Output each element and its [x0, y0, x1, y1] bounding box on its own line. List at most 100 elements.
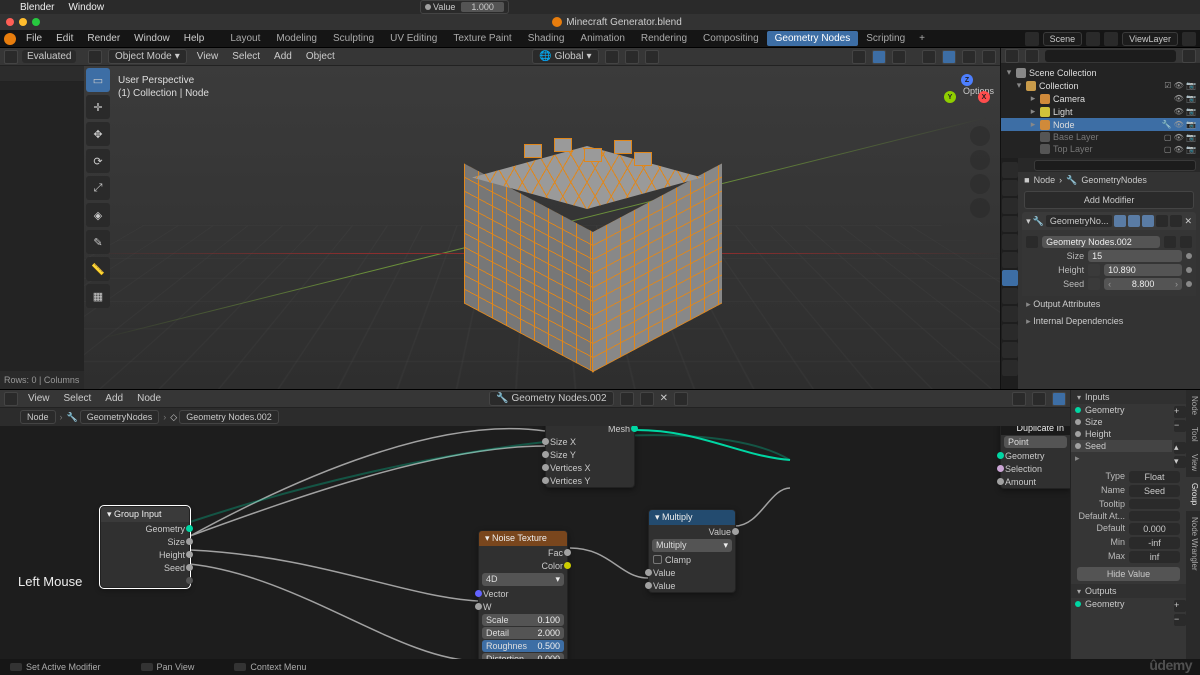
- modifier-header[interactable]: ▾🔧 GeometryNo... ✕: [1022, 212, 1196, 230]
- node-group-input[interactable]: ▾ Group Input Geometry Size Height Seed: [100, 506, 190, 588]
- tool-annotate[interactable]: ✎: [86, 230, 110, 254]
- ws-layout[interactable]: Layout: [222, 31, 268, 46]
- viewlayer-field[interactable]: ViewLayer: [1122, 32, 1178, 46]
- ne-thing-icon[interactable]: [1052, 392, 1066, 406]
- ne-obj-icon[interactable]: [6, 411, 18, 423]
- npanel-type[interactable]: Float: [1129, 471, 1180, 483]
- vp-view[interactable]: View: [193, 50, 223, 63]
- menu-help[interactable]: Help: [178, 31, 211, 46]
- ws-modeling[interactable]: Modeling: [268, 31, 325, 46]
- editor-type-icon[interactable]: [88, 50, 102, 64]
- modifier-name-field[interactable]: GeometryNo...: [1046, 215, 1113, 227]
- nav-pan-icon[interactable]: [970, 150, 990, 170]
- tool-cursor[interactable]: ✛: [86, 95, 110, 119]
- mod-close-icon[interactable]: ✕: [1184, 216, 1192, 227]
- shading-matprev-icon[interactable]: [962, 50, 976, 64]
- npanel-default[interactable]: 0.000: [1129, 523, 1180, 535]
- tool-transform[interactable]: ◈: [86, 203, 110, 227]
- ws-render[interactable]: Rendering: [633, 31, 695, 46]
- ne-view[interactable]: View: [24, 392, 54, 405]
- noise-scale[interactable]: Scale0.100: [482, 614, 564, 626]
- shading-wire-icon[interactable]: [922, 50, 936, 64]
- npanel-out-add[interactable]: +: [1174, 600, 1186, 612]
- prop-tab-output[interactable]: [1002, 180, 1018, 196]
- nodeed-type-icon[interactable]: [4, 392, 18, 406]
- menu-edit[interactable]: Edit: [50, 31, 79, 46]
- axis-z-icon[interactable]: Z: [961, 74, 973, 86]
- overlay-icon[interactable]: [872, 50, 886, 64]
- ws-anim[interactable]: Animation: [572, 31, 632, 46]
- input-height-value[interactable]: 10.890: [1104, 264, 1182, 276]
- voxel-mesh[interactable]: [454, 146, 734, 366]
- npanel-outputs-header[interactable]: Outputs: [1071, 584, 1186, 598]
- axis-x-icon[interactable]: X: [978, 91, 990, 103]
- ws-texpaint[interactable]: Texture Paint: [445, 31, 519, 46]
- npanel-min[interactable]: -inf: [1129, 537, 1180, 549]
- xray-icon[interactable]: [892, 50, 906, 64]
- propedit-icon[interactable]: [645, 50, 659, 64]
- nodegroup-shield-icon[interactable]: [620, 392, 634, 406]
- ws-geonodes[interactable]: Geometry Nodes: [767, 31, 859, 46]
- mod-cage-icon[interactable]: [1156, 215, 1168, 227]
- blender-logo-icon[interactable]: [4, 33, 16, 45]
- scene-field[interactable]: Scene: [1043, 32, 1083, 46]
- viewport-canvas[interactable]: User Perspective(1) Collection | Node Op…: [84, 66, 1000, 389]
- crumb-obj[interactable]: Node: [1034, 175, 1056, 185]
- npanel-out-geometry[interactable]: Geometry: [1071, 598, 1172, 610]
- add-modifier-button[interactable]: Add Modifier: [1024, 191, 1194, 209]
- npanel-in-height[interactable]: Height: [1071, 428, 1172, 440]
- mode-dropdown[interactable]: Object Mode ▾: [108, 49, 187, 64]
- ne-node[interactable]: Node: [133, 392, 165, 405]
- npanel-name[interactable]: Seed: [1129, 485, 1180, 497]
- npanel-in-add[interactable]: +: [1174, 406, 1186, 418]
- nodegroup-unlink-icon[interactable]: [1180, 236, 1192, 248]
- crumb-node[interactable]: Node: [20, 410, 56, 424]
- tool-rotate[interactable]: ⟳: [86, 149, 110, 173]
- input-seed-value[interactable]: 8.800: [1104, 278, 1182, 290]
- vp-select[interactable]: Select: [228, 50, 264, 63]
- menu-render[interactable]: Render: [81, 31, 126, 46]
- npanel-in-geometry[interactable]: Geometry: [1071, 404, 1172, 416]
- noise-dim-dropdown[interactable]: 4D▾: [482, 573, 564, 586]
- scene-new-icon[interactable]: [1086, 32, 1100, 46]
- ntab-tool[interactable]: Tool: [1186, 421, 1200, 448]
- outliner-item-toplayer[interactable]: Top Layer▢ 👁 📷: [1001, 143, 1200, 155]
- snap-icon[interactable]: [625, 50, 639, 64]
- nodegroup-field[interactable]: Geometry Nodes.002: [1042, 236, 1160, 248]
- vp-object[interactable]: Object: [302, 50, 339, 63]
- mod-editmode-icon[interactable]: [1142, 215, 1154, 227]
- menu-window[interactable]: Window: [128, 31, 176, 46]
- ne-overlay-icon[interactable]: [1032, 392, 1046, 406]
- props-output-attrs[interactable]: Output Attributes: [1018, 296, 1200, 313]
- spreadsheet-type-icon[interactable]: [4, 50, 18, 64]
- scene-browse-icon[interactable]: [1025, 32, 1039, 46]
- outliner-item-baselayer[interactable]: Base Layer▢ 👁 📷: [1001, 131, 1200, 143]
- prop-tab-material[interactable]: [1002, 360, 1018, 376]
- ntab-nodewrangler[interactable]: Node Wrangler: [1186, 511, 1200, 577]
- ws-script[interactable]: Scripting: [858, 31, 913, 46]
- ne-add[interactable]: Add: [101, 392, 127, 405]
- tool-move[interactable]: ✥: [86, 122, 110, 146]
- vp-add[interactable]: Add: [270, 50, 296, 63]
- tool-measure[interactable]: 📏: [86, 257, 110, 281]
- noise-roughness[interactable]: Roughnes0.500: [482, 640, 564, 652]
- prop-tab-scene[interactable]: [1002, 216, 1018, 232]
- npanel-out-remove[interactable]: −: [1174, 614, 1186, 626]
- outliner-filter-icon[interactable]: [1182, 49, 1196, 63]
- outliner-item-node[interactable]: ▸Node🔧 👁 📷: [1001, 118, 1200, 131]
- npanel-in-remove[interactable]: −: [1174, 420, 1186, 432]
- outliner-scene-collection[interactable]: ▾Scene Collection: [1001, 66, 1200, 79]
- outliner-item-camera[interactable]: ▸Camera👁 📷: [1001, 92, 1200, 105]
- shading-rendered-icon[interactable]: [982, 50, 996, 64]
- prop-tab-render[interactable]: [1002, 162, 1018, 178]
- mod-extras-icon[interactable]: [1170, 215, 1182, 227]
- shading-solid-icon[interactable]: [942, 50, 956, 64]
- ws-shading[interactable]: Shading: [520, 31, 573, 46]
- nodegroup-new-icon[interactable]: [1164, 236, 1176, 248]
- outliner-collection[interactable]: ▾Collection☑ 👁 📷: [1001, 79, 1200, 92]
- app-name[interactable]: Blender: [20, 2, 54, 13]
- nodegroup-pin2-icon[interactable]: [674, 392, 688, 406]
- ntab-group[interactable]: Group: [1186, 477, 1200, 511]
- npanel-in-up[interactable]: ▴: [1174, 442, 1186, 454]
- props-internal-deps[interactable]: Internal Dependencies: [1018, 313, 1200, 330]
